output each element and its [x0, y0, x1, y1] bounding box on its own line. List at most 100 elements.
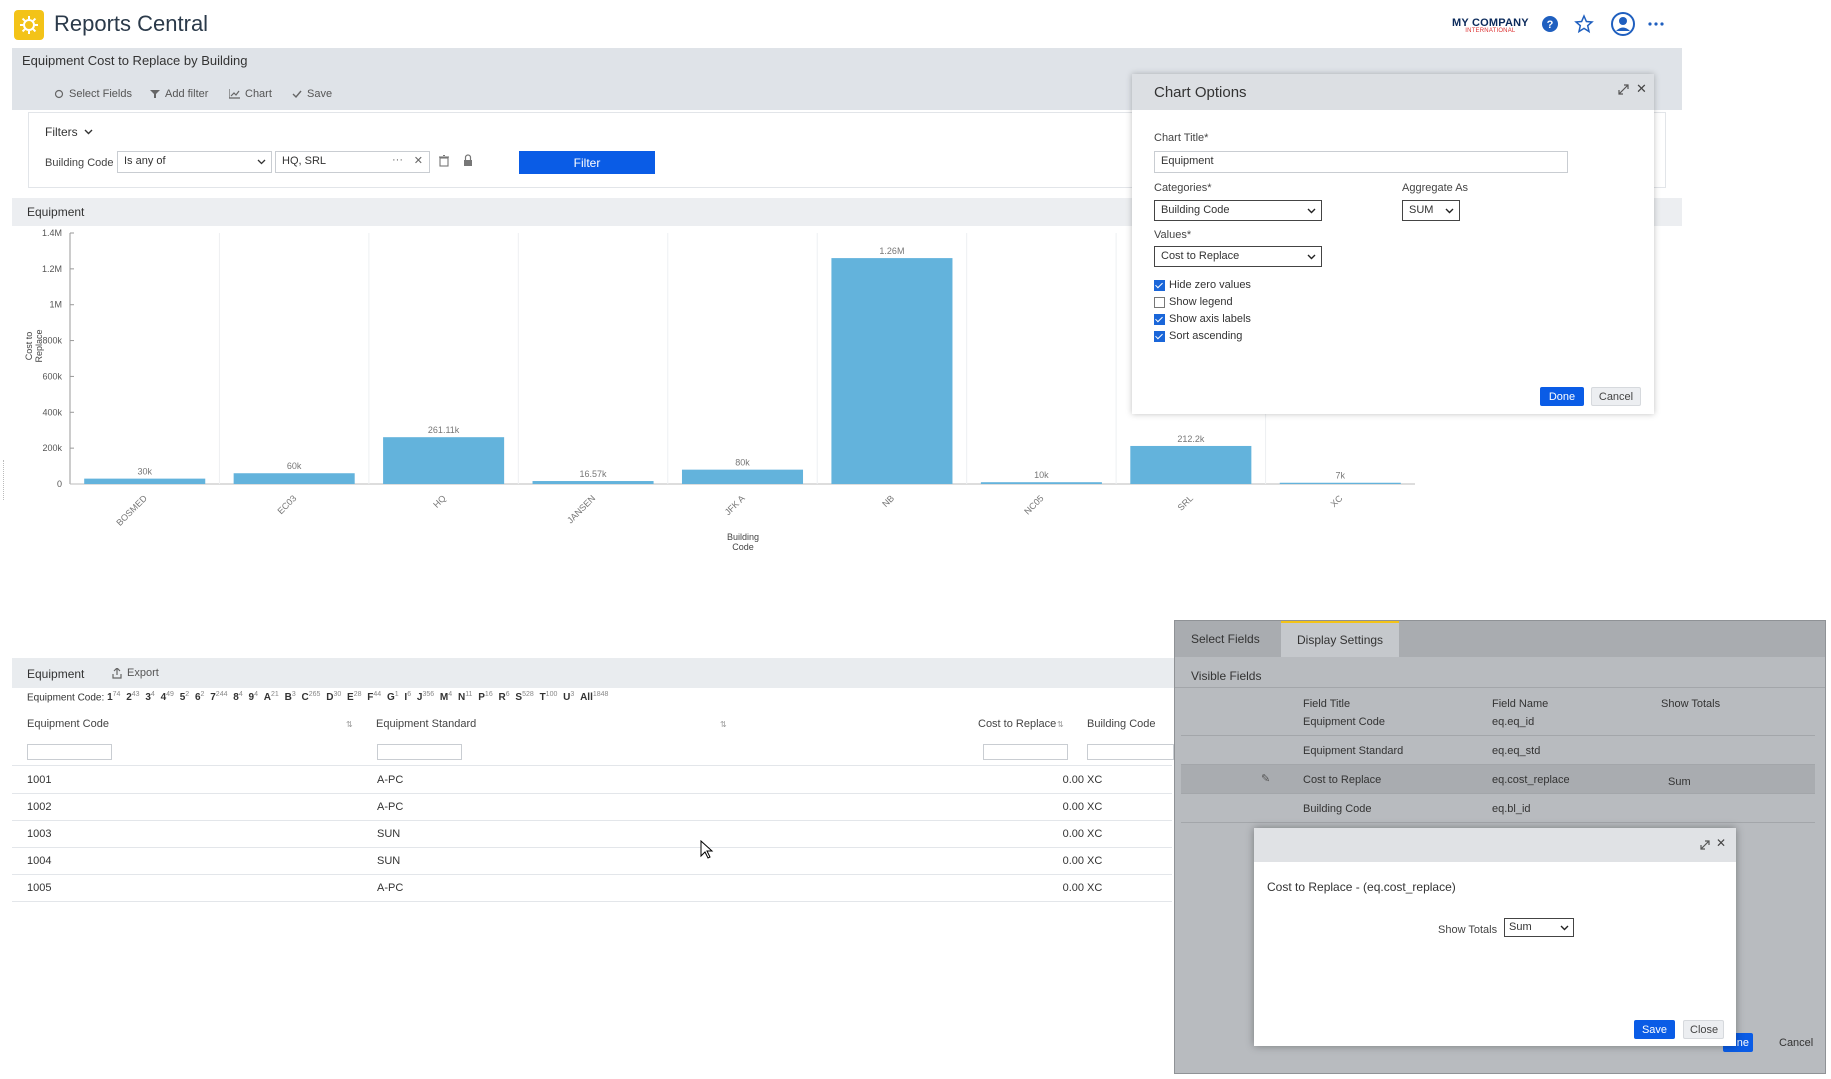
letter-filter[interactable]: S528 — [513, 691, 537, 703]
checkbox-icon[interactable] — [1154, 313, 1165, 325]
visible-field-row[interactable]: Building Code eq.bl_id — [1181, 794, 1815, 823]
letter-filter[interactable]: D30 — [323, 691, 344, 703]
letter-filter[interactable]: G1 — [384, 691, 401, 703]
filter-operator-select[interactable]: Is any of — [117, 151, 272, 173]
checkbox-option[interactable]: Sort ascending — [1154, 330, 1242, 342]
help-icon[interactable]: ? — [1540, 14, 1560, 34]
chart-button[interactable]: Chart — [229, 88, 272, 100]
add-filter-button[interactable]: Add filter — [150, 88, 208, 100]
filter-input-equipment-code[interactable] — [27, 744, 112, 760]
letter-filter[interactable]: 7244 — [207, 691, 230, 703]
letter-filter[interactable]: E28 — [344, 691, 364, 703]
table-row[interactable]: 1003 SUN 0.00 XC — [12, 820, 1172, 848]
letter-filter[interactable]: 84 — [230, 691, 245, 703]
letter-filter[interactable]: M4 — [437, 691, 455, 703]
filter-value-input[interactable]: HQ, SRL ··· ✕ — [275, 151, 430, 173]
field-title: Building Code — [1303, 803, 1372, 815]
filter-input-equipment-standard[interactable] — [377, 744, 462, 760]
user-avatar-icon[interactable] — [1611, 12, 1635, 36]
letter-filter[interactable]: A21 — [261, 691, 282, 703]
table-row[interactable]: 1002 A-PC 0.00 XC — [12, 793, 1172, 821]
cell-equipment-standard: A-PC — [377, 801, 404, 813]
export-button[interactable]: Export — [112, 667, 159, 679]
expand-icon[interactable] — [1618, 84, 1629, 95]
cancel-button[interactable]: Cancel — [1779, 1037, 1813, 1049]
checkbox-icon[interactable] — [1154, 330, 1165, 342]
chart-title-input[interactable]: Equipment — [1154, 151, 1568, 173]
letter-filter[interactable]: P16 — [475, 691, 495, 703]
tab-select-fields[interactable]: Select Fields — [1175, 621, 1276, 657]
aggregate-select[interactable]: SUM — [1402, 200, 1460, 221]
resize-handle[interactable] — [3, 460, 8, 500]
sort-icon[interactable]: ⇅ — [346, 720, 353, 729]
field-title: Equipment Code — [1303, 716, 1385, 728]
letter-filter[interactable]: 94 — [246, 691, 261, 703]
filter-button[interactable]: Filter — [519, 151, 655, 174]
table-row[interactable]: 1004 SUN 0.00 XC — [12, 847, 1172, 875]
col-header-cost-to-replace[interactable]: Cost to Replace — [978, 718, 1056, 730]
lock-icon[interactable] — [463, 154, 473, 170]
letter-filter[interactable]: 62 — [192, 691, 207, 703]
close-icon[interactable]: ✕ — [1716, 836, 1726, 850]
filter-input-cost[interactable] — [983, 744, 1068, 760]
trash-icon[interactable] — [439, 155, 449, 170]
tab-display-settings[interactable]: Display Settings — [1281, 621, 1400, 657]
table-row[interactable]: 1005 A-PC 0.00 XC — [12, 874, 1172, 902]
visible-field-row[interactable]: Equipment Standard eq.eq_std — [1181, 736, 1815, 765]
done-button[interactable]: Done — [1540, 387, 1584, 406]
letter-filter[interactable]: 449 — [158, 691, 177, 703]
field-name: eq.bl_id — [1492, 803, 1531, 815]
visible-field-row[interactable]: Equipment Code eq.eq_id — [1181, 707, 1815, 736]
col-header-equipment-code[interactable]: Equipment Code — [27, 718, 109, 730]
letter-filter[interactable]: 52 — [177, 691, 192, 703]
show-totals-select[interactable]: Sum — [1504, 918, 1574, 937]
app-logo-icon[interactable] — [14, 10, 44, 40]
letter-filter[interactable]: 34 — [143, 691, 158, 703]
filter-input-building[interactable] — [1087, 744, 1174, 760]
letter-filter[interactable]: 174 — [107, 691, 123, 703]
checkbox-icon[interactable] — [1154, 279, 1165, 291]
favorites-icon[interactable] — [1574, 14, 1594, 34]
y-tick-label: 600k — [42, 371, 62, 381]
more-options-icon[interactable]: ··· — [392, 154, 403, 166]
table-row[interactable]: 1001 A-PC 0.00 XC — [12, 766, 1172, 794]
letter-filter[interactable]: 243 — [123, 691, 142, 703]
checkbox-option[interactable]: Show axis labels — [1154, 313, 1251, 325]
edit-pencil-icon[interactable]: ✎ — [1261, 772, 1270, 785]
checkbox-icon[interactable] — [1154, 296, 1165, 308]
filters-toggle[interactable]: Filters — [45, 125, 93, 139]
letter-filter[interactable]: I6 — [402, 691, 414, 703]
save-button[interactable]: Save — [1634, 1020, 1675, 1039]
letter-filter[interactable]: J356 — [414, 691, 437, 703]
col-header-building-code[interactable]: Building Code — [1087, 718, 1156, 730]
letter-filter[interactable]: T100 — [537, 691, 561, 703]
checkbox-label: Sort ascending — [1169, 330, 1243, 342]
col-header-equipment-standard[interactable]: Equipment Standard — [376, 718, 476, 730]
save-button[interactable]: Save — [292, 88, 332, 100]
select-fields-button[interactable]: Select Fields — [54, 88, 132, 100]
cell-building-code: XC — [1087, 855, 1103, 867]
expand-icon[interactable] — [1700, 840, 1710, 850]
letter-filter[interactable]: U3 — [560, 691, 577, 703]
letter-filter[interactable]: All1848 — [577, 691, 611, 703]
chart-options-title: Chart Options — [1154, 84, 1247, 101]
display-settings-tabs: Select Fields Display Settings — [1175, 621, 1825, 657]
more-menu-icon[interactable] — [1646, 14, 1666, 34]
visible-field-row[interactable]: ✎ Cost to Replace eq.cost_replace Sum — [1181, 765, 1815, 794]
close-icon[interactable]: ✕ — [1636, 81, 1647, 97]
categories-select[interactable]: Building Code — [1154, 200, 1322, 221]
x-axis-title: Building Code — [727, 532, 759, 552]
sort-icon[interactable]: ⇅ — [720, 720, 727, 729]
cancel-button[interactable]: Cancel — [1591, 387, 1641, 406]
close-button[interactable]: Close — [1683, 1020, 1724, 1039]
values-select[interactable]: Cost to Replace — [1154, 246, 1322, 267]
checkbox-option[interactable]: Show legend — [1154, 296, 1233, 308]
letter-filter[interactable]: F44 — [364, 691, 384, 703]
letter-filter[interactable]: B3 — [282, 691, 299, 703]
clear-icon[interactable]: ✕ — [414, 154, 423, 167]
checkbox-option[interactable]: Hide zero values — [1154, 279, 1251, 291]
letter-filter[interactable]: N11 — [455, 691, 475, 703]
sort-icon[interactable]: ⇅ — [1057, 720, 1064, 729]
letter-filter[interactable]: R6 — [496, 691, 513, 703]
letter-filter[interactable]: C265 — [299, 691, 324, 703]
